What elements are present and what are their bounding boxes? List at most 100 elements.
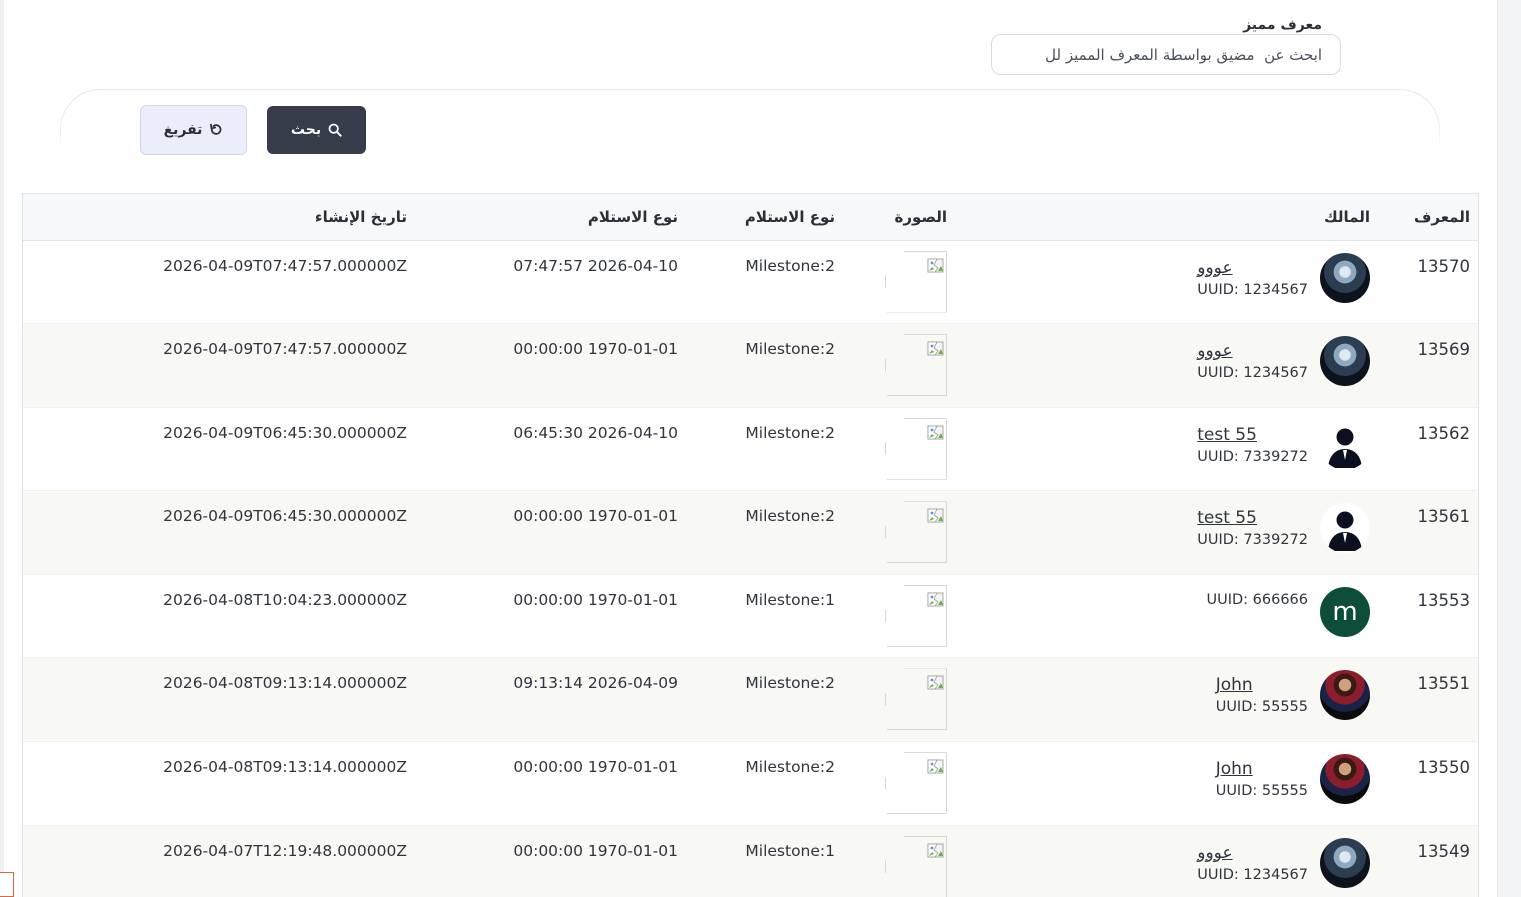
avatar	[1320, 837, 1370, 888]
vertical-scrollbar[interactable]	[1497, 0, 1521, 897]
cell-created-at: 2026-04-09T06:45:30.000000Z	[163, 423, 407, 442]
owner-name-link[interactable]: John	[1216, 759, 1253, 779]
cell-created-at: 2026-04-09T07:47:57.000000Z	[163, 256, 407, 275]
cell-created-at: 2026-04-08T09:13:14.000000Z	[163, 674, 407, 693]
header-owner[interactable]: المالك	[957, 194, 1380, 240]
cell-receive-type: Milestone:2	[745, 674, 835, 693]
avatar: m	[1320, 586, 1370, 637]
cell-id: 13561	[1417, 507, 1471, 527]
table-row[interactable]: 13550 John UUID: 55555 Milestone:2 00:00:00 …	[23, 742, 1478, 826]
avatar-letter: m	[1332, 596, 1358, 627]
clear-button[interactable]: تفريغ	[140, 105, 247, 155]
owner-uuid: UUID: 1234567	[1197, 281, 1308, 298]
cell-receive-type: Milestone:2	[745, 507, 835, 526]
cell-receive-date: 07:47:57 2026-04-10	[513, 256, 678, 275]
cell-receive-date: 00:00:00 1970-01-01	[513, 340, 678, 359]
cell-image	[845, 574, 957, 658]
owner-uuid: UUID: 1234567	[1197, 866, 1308, 883]
left-edge	[0, 0, 4, 897]
broken-image-icon	[885, 334, 947, 397]
cell-receive-date: 00:00:00 1970-01-01	[513, 841, 678, 860]
cell-owner: test 55 UUID: 7339272	[957, 407, 1380, 491]
cell-image	[845, 407, 957, 491]
table-row[interactable]: 13551 John UUID: 55555 Milestone:2 09:13:14 …	[23, 657, 1478, 742]
avatar	[1320, 503, 1370, 554]
cell-image	[845, 491, 957, 575]
unique-id-search-input[interactable]	[991, 34, 1341, 75]
broken-image-icon	[885, 501, 947, 564]
gifts-table: المعرف المالك الصورة نوع الاستلام نوع ال…	[22, 193, 1479, 897]
cell-created-at: 2026-04-08T09:13:14.000000Z	[163, 758, 407, 777]
broken-image-icon	[885, 668, 947, 731]
cell-receive-date: 00:00:00 1970-01-01	[513, 590, 678, 609]
cell-image	[845, 742, 957, 826]
search-button[interactable]: بحث	[267, 106, 366, 154]
cell-id: 13562	[1417, 423, 1471, 443]
cell-id: 13553	[1417, 590, 1471, 610]
table-header-row: المعرف المالك الصورة نوع الاستلام نوع ال…	[23, 194, 1478, 240]
cell-created-at: 2026-04-09T07:47:57.000000Z	[163, 340, 407, 359]
cell-id: 13551	[1417, 674, 1471, 694]
cell-created-at: 2026-04-08T10:04:23.000000Z	[163, 590, 407, 609]
header-id[interactable]: المعرف	[1380, 194, 1478, 240]
owner-uuid: UUID: 55555	[1215, 783, 1308, 800]
broken-image-icon	[885, 752, 947, 815]
cell-receive-type: Milestone:2	[745, 758, 835, 777]
owner-name-link[interactable]: عووو	[1197, 341, 1232, 361]
avatar	[1320, 670, 1370, 721]
avatar	[1320, 336, 1370, 387]
search-icon	[328, 123, 342, 137]
table-row[interactable]: 13549 عووو UUID: 1234567 Milestone:1 00:00:0…	[23, 825, 1478, 897]
cell-id: 13550	[1417, 758, 1471, 778]
broken-image-icon	[885, 835, 947, 897]
cell-receive-date: 09:13:14 2026-04-09	[513, 674, 678, 693]
table-row[interactable]: 13569 عووو UUID: 1234567 Milestone:2 00:00:0…	[23, 323, 1478, 408]
refresh-icon	[209, 123, 223, 137]
table-body: 13570 عووو UUID: 1234567 Milestone:2 07:47:5…	[23, 240, 1478, 897]
avatar	[1320, 419, 1370, 470]
cell-receive-date: 00:00:00 1970-01-01	[513, 758, 678, 777]
cell-owner: عووو UUID: 1234567	[957, 240, 1380, 324]
cell-receive-type: Milestone:2	[745, 423, 835, 442]
corner-badge	[0, 872, 14, 897]
table-row[interactable]: 13570 عووو UUID: 1234567 Milestone:2 07:47:5…	[23, 240, 1478, 324]
filter-label: معرف مميز	[1243, 17, 1322, 33]
header-receive-date[interactable]: نوع الاستلام	[417, 194, 688, 240]
broken-image-icon	[885, 417, 947, 480]
owner-name-link[interactable]: عووو	[1197, 258, 1232, 278]
cell-owner: عووو UUID: 1234567	[957, 324, 1380, 408]
header-image[interactable]: الصورة	[845, 194, 957, 240]
table-row[interactable]: 13561 test 55 UUID: 7339272 Milestone:2 00:0…	[23, 490, 1478, 575]
cell-owner: m UUID: 666666	[957, 574, 1380, 658]
cell-image	[845, 825, 957, 897]
owner-name-link[interactable]: test 55	[1197, 508, 1257, 528]
cell-image	[845, 240, 957, 324]
broken-image-icon	[885, 250, 947, 313]
cell-image	[845, 658, 957, 742]
cell-id: 13570	[1417, 256, 1471, 276]
cell-id: 13549	[1417, 841, 1471, 861]
avatar	[1320, 754, 1370, 805]
owner-uuid: UUID: 7339272	[1197, 532, 1308, 549]
cell-created-at: 2026-04-07T12:19:48.000000Z	[163, 841, 407, 860]
cell-receive-type: Milestone:2	[745, 256, 835, 275]
owner-name-link[interactable]: test 55	[1197, 425, 1257, 445]
owner-uuid: UUID: 1234567	[1197, 365, 1308, 382]
cell-receive-type: Milestone:2	[745, 340, 835, 359]
header-created-at[interactable]: تاريخ الإنشاء	[23, 194, 417, 240]
header-receive-type[interactable]: نوع الاستلام	[688, 194, 845, 240]
search-button-label: بحث	[290, 122, 322, 138]
table-row[interactable]: 13553 m UUID: 666666 Milestone:1 00:00:00 19…	[23, 574, 1478, 658]
cell-owner: عووو UUID: 1234567	[957, 825, 1380, 897]
clear-button-label: تفريغ	[163, 122, 203, 138]
table-row[interactable]: 13562 test 55 UUID: 7339272 Milestone:2 06:4…	[23, 407, 1478, 491]
owner-uuid: UUID: 666666	[1206, 591, 1308, 608]
owner-name-link[interactable]: عووو	[1197, 843, 1232, 863]
cell-receive-type: Milestone:1	[745, 841, 835, 860]
cell-owner: John UUID: 55555	[957, 742, 1380, 826]
cell-created-at: 2026-04-09T06:45:30.000000Z	[163, 507, 407, 526]
owner-uuid: UUID: 55555	[1215, 699, 1308, 716]
owner-uuid: UUID: 7339272	[1197, 448, 1308, 465]
owner-name-link[interactable]: John	[1216, 675, 1253, 695]
cell-receive-date: 06:45:30 2026-04-10	[513, 423, 678, 442]
